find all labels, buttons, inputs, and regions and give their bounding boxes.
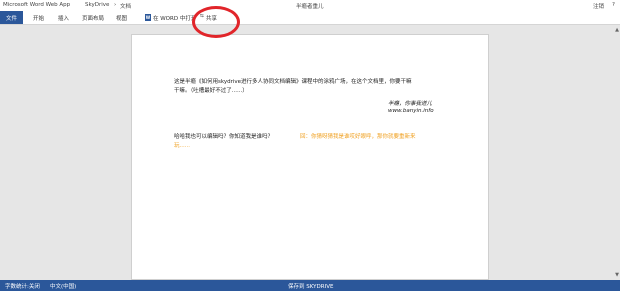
word-icon: W — [145, 14, 151, 21]
tab-file-label: 文件 — [6, 16, 18, 22]
signature-line-1: 半瘾，你事我道儿 — [388, 101, 433, 107]
tab-view[interactable]: 视图 — [116, 14, 127, 22]
status-bar: 字数统计:关闭 中文(中国) 保存到 SKYDRIVE — [0, 280, 620, 291]
reply-line-2: 玩...... — [174, 143, 190, 149]
breadcrumb-documents[interactable]: 文档 — [120, 2, 131, 10]
paragraph-line-2: 干嘛。（吐槽最好不过了......） — [174, 88, 248, 94]
language-status[interactable]: 中文(中国) — [50, 282, 76, 290]
document-canvas[interactable]: 这是半瘾《如何用skydrive进行多人协同文档编辑》课程中的涂鸦广场，在这个文… — [0, 25, 620, 280]
document-title: 半瘾者重儿 — [296, 4, 324, 10]
breadcrumb-separator: › — [114, 2, 117, 8]
ribbon: 文件 开始 插入 页面布局 视图 W 在 WORD 中打开 ⇆ 共享 — [0, 11, 620, 25]
open-in-word-button[interactable]: 在 WORD 中打开 — [153, 14, 196, 22]
paragraph-line-1: 这是半瘾《如何用skydrive进行多人协同文档编辑》课程中的涂鸦广场，在这个文… — [174, 79, 412, 85]
breadcrumb-skydrive[interactable]: SkyDrive — [85, 2, 109, 8]
app-name: Microsoft Word Web App — [3, 2, 71, 8]
help-icon[interactable]: ? — [612, 2, 615, 8]
signature-line-2: www.banyin.info — [388, 108, 434, 114]
sign-out-link[interactable]: 注销 — [593, 2, 604, 10]
tab-insert[interactable]: 插入 — [58, 14, 69, 22]
word-count-status[interactable]: 字数统计:关闭 — [5, 282, 40, 290]
save-status: 保存到 SKYDRIVE — [288, 284, 334, 290]
tab-home[interactable]: 开始 — [33, 14, 44, 22]
tab-page-layout[interactable]: 页面布局 — [82, 14, 104, 22]
reply-line-1: 回：你猜呀猜我是谁哎好眼呼，那你就要重新来 — [300, 134, 416, 140]
scroll-down-icon[interactable]: ▼ — [615, 272, 619, 278]
vertical-scrollbar[interactable]: ▲ ▼ — [612, 25, 620, 280]
title-bar: Microsoft Word Web App SkyDrive › 文档 半瘾者… — [0, 0, 620, 11]
question-line: 哈哈我也可以编辑吗？你知道我是谁吗？ — [174, 134, 274, 140]
scroll-up-icon[interactable]: ▲ — [615, 27, 619, 33]
document-page[interactable]: 这是半瘾《如何用skydrive进行多人协同文档编辑》课程中的涂鸦广场，在这个文… — [131, 34, 489, 280]
annotation-circle — [192, 6, 240, 38]
tab-file[interactable]: 文件 — [0, 11, 23, 24]
